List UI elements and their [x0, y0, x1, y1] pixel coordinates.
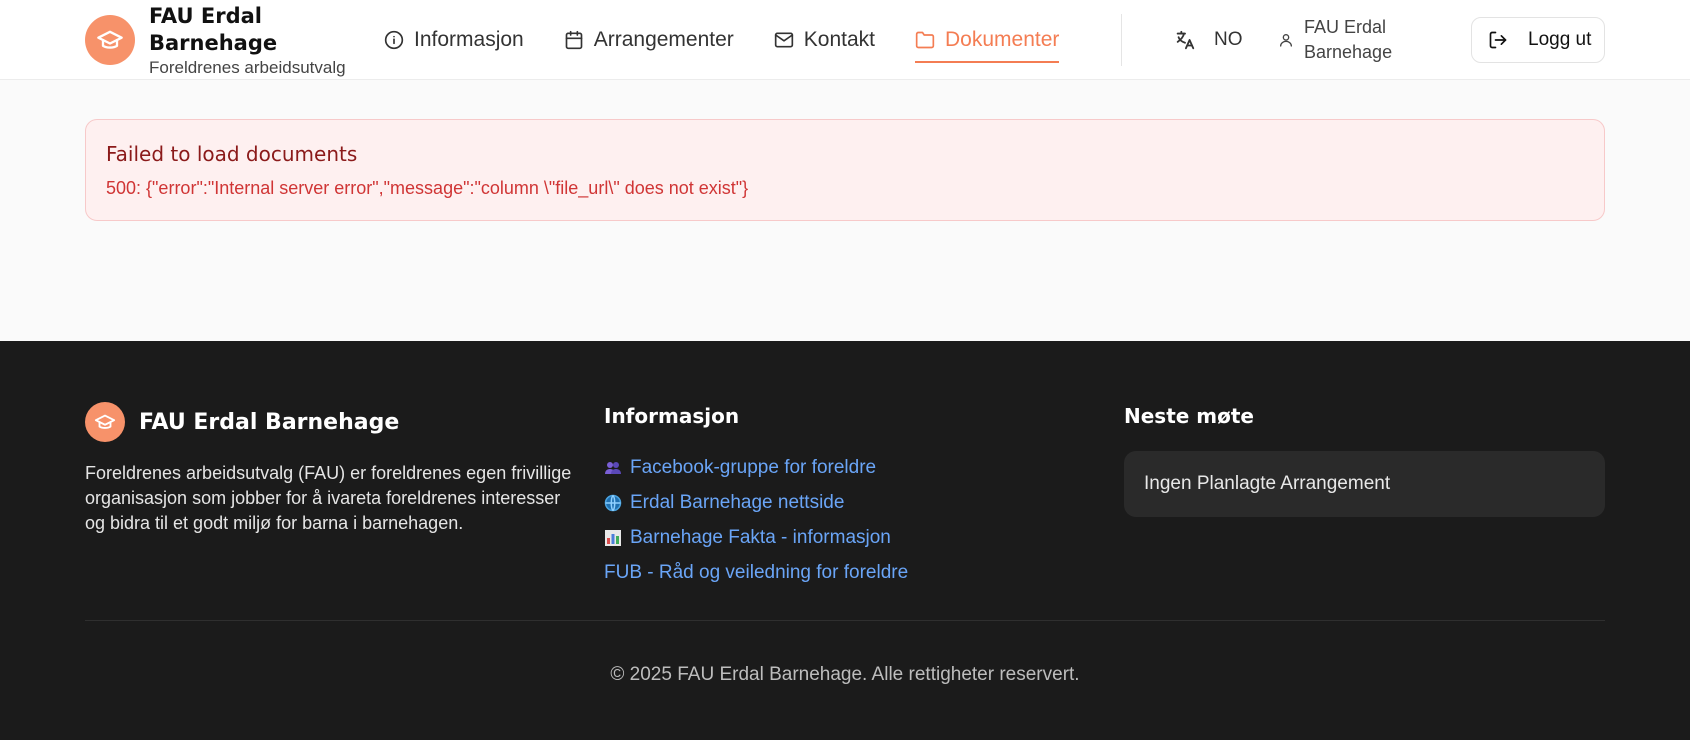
facebook-group-link[interactable]: Facebook-gruppe for foreldre: [604, 450, 908, 485]
nav-label: Kontakt: [803, 28, 876, 51]
footer-description: Foreldrenes arbeidsutvalg (FAU) er forel…: [85, 463, 572, 533]
copyright: © 2025 FAU Erdal Barnehage. Alle rettigh…: [610, 664, 1080, 685]
link-label: Barnehage Fakta - informasjon: [630, 526, 891, 548]
link-label: Facebook-gruppe for foreldre: [630, 456, 877, 478]
fub-link[interactable]: FUB - Råd og veiledning for foreldre: [604, 555, 908, 590]
footer-links: Facebook-gruppe for foreldre Erdal Barne…: [604, 450, 908, 590]
logout-icon: [1489, 31, 1507, 49]
people-icon: [604, 461, 622, 475]
error-message: 500: {"error":"Internal server error","m…: [106, 178, 749, 198]
nav-label: Arrangementer: [593, 28, 734, 51]
nav-label: Informasjon: [414, 28, 524, 51]
nav-item-dokumenter[interactable]: Dokumenter: [915, 20, 1060, 63]
nav-item-informasjon[interactable]: Informasjon: [384, 20, 524, 60]
mail-icon: [774, 32, 793, 48]
folder-icon: [915, 31, 935, 49]
footer-brand-title: FAU Erdal Barnehage: [139, 409, 400, 435]
logout-label: Logg ut: [1528, 29, 1592, 50]
footer-meeting-title: Neste møte: [1124, 404, 1254, 428]
graduation-cap-icon: [85, 402, 125, 442]
info-icon: [384, 30, 404, 50]
nav-item-arrangementer[interactable]: Arrangementer: [564, 20, 734, 60]
user-name: FAU Erdal Barnehage: [1304, 17, 1393, 62]
link-label: Erdal Barnehage nettside: [630, 491, 845, 513]
footer-brand: FAU Erdal Barnehage: [85, 402, 399, 442]
erdal-website-link[interactable]: Erdal Barnehage nettside: [604, 485, 908, 520]
nav-item-kontakt[interactable]: Kontakt: [774, 20, 875, 60]
chart-icon: [604, 529, 622, 546]
language-switcher[interactable]: NO: [1174, 20, 1243, 60]
link-label: FUB - Råd og veiledning for foreldre: [604, 561, 909, 583]
user-profile: FAU Erdal Barnehage: [1278, 14, 1414, 66]
graduation-cap-icon: [85, 15, 135, 65]
translate-icon: [1176, 30, 1195, 50]
footer-info-title: Informasjon: [604, 404, 740, 428]
language-label: NO: [1214, 29, 1243, 50]
barnehage-fakta-link[interactable]: Barnehage Fakta - informasjon: [604, 520, 908, 555]
footer: FAU Erdal Barnehage Foreldrenes arbeidsu…: [0, 341, 1690, 740]
meeting-text: Ingen Planlagte Arrangement: [1144, 473, 1391, 494]
logout-button[interactable]: Logg ut: [1471, 17, 1605, 63]
footer-divider: [85, 620, 1605, 621]
error-title: Failed to load documents: [106, 142, 358, 166]
user-icon: [1280, 34, 1292, 47]
nav-divider: [1121, 14, 1122, 66]
nav-label: Dokumenter: [945, 28, 1060, 51]
brand-title: FAU Erdal Barnehage: [149, 3, 278, 55]
top-header: FAU Erdal Barnehage Foreldrenes arbeidsu…: [0, 0, 1690, 80]
globe-icon: [604, 494, 622, 512]
next-meeting-card: Ingen Planlagte Arrangement: [1124, 451, 1605, 517]
main-nav: Informasjon Arrangementer Kontakt Dokume…: [384, 0, 1099, 80]
brand[interactable]: FAU Erdal Barnehage Foreldrenes arbeidsu…: [85, 0, 346, 80]
error-alert: Failed to load documents 500: {"error":"…: [85, 119, 1605, 221]
brand-subtitle: Foreldrenes arbeidsutvalg: [149, 57, 346, 77]
calendar-icon: [565, 30, 583, 50]
